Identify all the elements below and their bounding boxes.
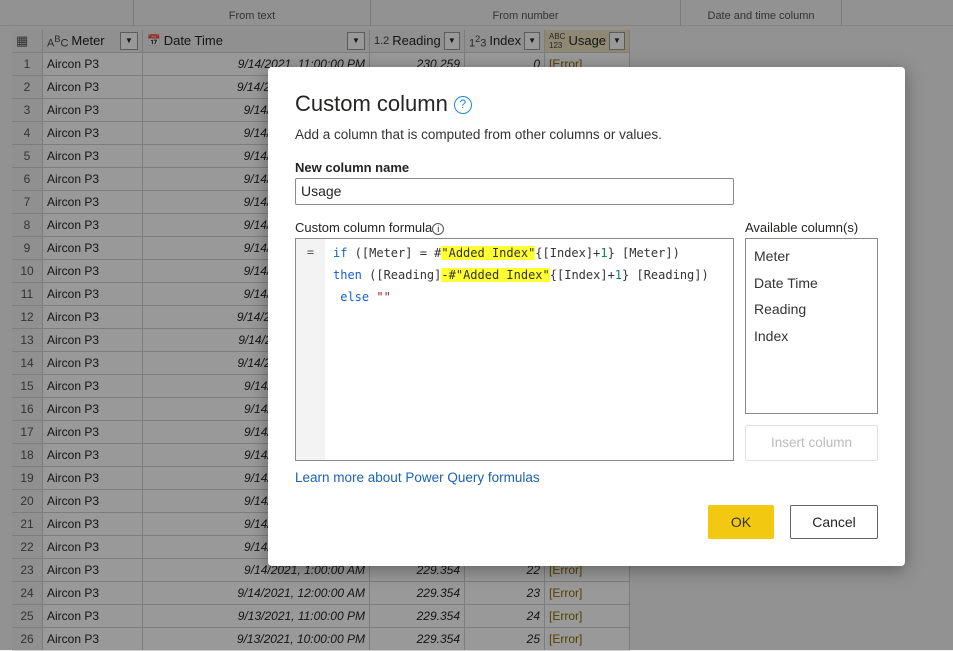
insert-column-button[interactable]: Insert column	[745, 425, 878, 461]
available-column-index[interactable]: Index	[746, 323, 877, 350]
available-column-reading[interactable]: Reading	[746, 296, 877, 323]
cancel-button[interactable]: Cancel	[790, 505, 878, 539]
dialog-title-text: Custom column	[295, 91, 448, 116]
formula-label: Custom column formula i	[295, 220, 445, 235]
dialog-subtitle: Add a column that is computed from other…	[295, 127, 662, 142]
formula-code[interactable]: if ([Meter] = #"Added Index"{[Index]+1} …	[333, 242, 709, 308]
dialog-title: Custom column?	[295, 91, 472, 117]
custom-column-dialog: Custom column? Add a column that is comp…	[268, 67, 905, 566]
formula-label-text: Custom column formula	[295, 220, 433, 235]
available-columns-label: Available column(s)	[745, 220, 859, 235]
info-icon[interactable]: i	[432, 223, 445, 235]
learn-more-link[interactable]: Learn more about Power Query formulas	[295, 470, 540, 485]
help-icon[interactable]: ?	[453, 96, 472, 114]
ok-button[interactable]: OK	[708, 505, 774, 539]
new-column-name-label: New column name	[295, 160, 410, 175]
available-column-date-time[interactable]: Date Time	[746, 270, 877, 297]
new-column-name-input[interactable]: Usage	[295, 178, 734, 205]
available-columns-list[interactable]: Meter Date Time Reading Index	[745, 238, 878, 414]
formula-line-2: then ([Reading]-#"Added Index"{[Index]+1…	[333, 268, 709, 282]
formula-gutter: =	[296, 239, 325, 460]
formula-line-3: else ""	[340, 290, 391, 304]
formula-line-1: if ([Meter] = #"Added Index"{[Index]+1} …	[333, 246, 680, 260]
available-column-meter[interactable]: Meter	[746, 243, 877, 270]
formula-editor[interactable]: = if ([Meter] = #"Added Index"{[Index]+1…	[295, 238, 734, 461]
